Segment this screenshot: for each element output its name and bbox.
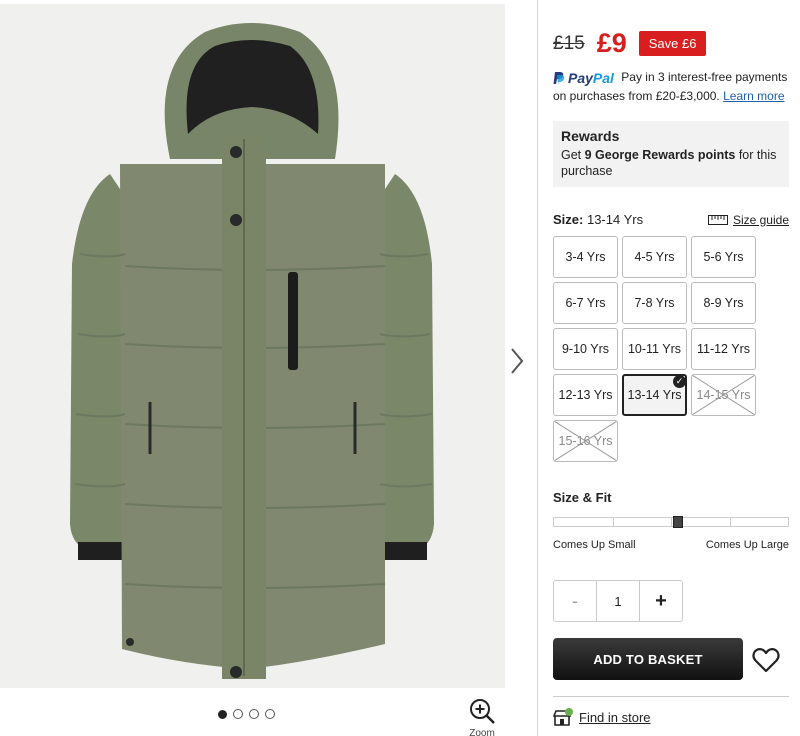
paypal-promo: Pay Pal Pay in 3 interest-free payments o…: [553, 68, 798, 105]
size-option-13-14-yrs[interactable]: 13-14 Yrs ✓: [622, 374, 687, 416]
size-options: 3-4 Yrs 4-5 Yrs 5-6 Yrs 6-7 Yrs 7-8 Yrs 8-9 Y…: [553, 236, 763, 462]
size-option-label: 10-11 Yrs: [627, 342, 682, 356]
product-gallery: Zoom: [0, 0, 538, 736]
size-option-label: 9-10 Yrs: [561, 342, 609, 356]
size-option-5-6-yrs[interactable]: 5-6 Yrs: [691, 236, 756, 278]
out-of-stock-cross-icon: [692, 375, 755, 415]
paypal-logo: Pay Pal: [553, 69, 614, 87]
size-option-label: 13-14 Yrs: [627, 388, 682, 402]
size-option-11-12-yrs[interactable]: 11-12 Yrs: [691, 328, 756, 370]
quantity-stepper: - 1 +: [553, 580, 683, 622]
fit-scale-marker: [673, 516, 683, 528]
image-pagination-dots: [218, 709, 275, 719]
size-option-label: 5-6 Yrs: [703, 250, 744, 264]
wishlist-button[interactable]: [752, 647, 780, 673]
size-fit-scale: [553, 516, 789, 528]
section-divider: [553, 696, 789, 697]
save-badge: Save £6: [638, 31, 707, 56]
fit-label-small: Comes Up Small: [553, 539, 636, 551]
find-in-store-link[interactable]: Find in store: [553, 708, 651, 726]
next-image-arrow[interactable]: [508, 345, 528, 377]
paypal-logo-pal: Pal: [592, 69, 614, 86]
size-option-label: 4-5 Yrs: [634, 250, 675, 264]
add-to-basket-button[interactable]: ADD TO BASKET: [553, 638, 743, 680]
learn-more-link[interactable]: Learn more: [723, 89, 784, 103]
product-image[interactable]: [0, 4, 505, 688]
paypal-logo-pay: Pay: [568, 69, 593, 86]
size-option-12-13-yrs[interactable]: 12-13 Yrs: [553, 374, 618, 416]
paypal-icon: [553, 71, 565, 85]
size-fit-title: Size & Fit: [553, 490, 612, 505]
size-option-label: 7-8 Yrs: [634, 296, 675, 310]
selected-check-icon: ✓: [673, 375, 686, 388]
quantity-increase-button[interactable]: +: [640, 581, 682, 621]
fit-scale-divider: [613, 518, 614, 526]
rewards-points: 9 George Rewards points: [584, 148, 736, 162]
size-selected-label: Size: 13-14 Yrs: [553, 212, 643, 227]
rewards-text-before: Get: [561, 148, 585, 162]
fit-scale-divider: [730, 518, 731, 526]
size-option-label: 3-4 Yrs: [565, 250, 606, 264]
fit-scale-divider: [671, 518, 672, 526]
current-price: £9: [596, 28, 627, 58]
pagination-dot-1[interactable]: [218, 709, 227, 719]
zoom-label: Zoom: [469, 728, 495, 736]
size-option-label: 11-12 Yrs: [696, 342, 751, 356]
size-option-4-5-yrs[interactable]: 4-5 Yrs: [622, 236, 687, 278]
rewards-title: Rewards: [561, 128, 620, 144]
size-option-3-4-yrs[interactable]: 3-4 Yrs: [553, 236, 618, 278]
rewards-box: Rewards Get 9 George Rewards points for …: [553, 121, 789, 187]
out-of-stock-cross-icon: [554, 421, 617, 461]
size-option-15-16-yrs[interactable]: 15-16 Yrs: [553, 420, 618, 462]
fit-label-large: Comes Up Large: [705, 539, 789, 551]
size-option-label: 12-13 Yrs: [558, 388, 613, 402]
heart-icon: [752, 647, 780, 673]
pagination-dot-4[interactable]: [265, 709, 275, 719]
pagination-dot-2[interactable]: [233, 709, 243, 719]
size-option-9-10-yrs[interactable]: 9-10 Yrs: [553, 328, 618, 370]
find-in-store-label: Find in store: [579, 709, 651, 725]
was-price: £15: [553, 32, 585, 54]
zoom-button[interactable]: Zoom: [464, 697, 500, 736]
size-option-14-15-yrs[interactable]: 14-15 Yrs: [691, 374, 756, 416]
store-icon: [553, 708, 573, 726]
size-option-7-8-yrs[interactable]: 7-8 Yrs: [622, 282, 687, 324]
price-row: £15 £9 Save £6: [553, 28, 707, 59]
parka-jacket-illustration: [0, 4, 505, 688]
size-option-8-9-yrs[interactable]: 8-9 Yrs: [691, 282, 756, 324]
size-header: Size: 13-14 Yrs Size guide: [553, 212, 789, 227]
pagination-dot-3[interactable]: [249, 709, 259, 719]
size-option-label: 6-7 Yrs: [565, 296, 606, 310]
size-fit-labels: Comes Up Small Comes Up Large: [553, 539, 789, 551]
quantity-value[interactable]: 1: [596, 581, 640, 621]
product-details-panel: £15 £9 Save £6 Pay Pal Pay in 3 interest-…: [538, 0, 800, 736]
size-label: Size:: [553, 212, 584, 227]
chevron-right-icon: [511, 348, 524, 374]
zoom-in-icon: [470, 699, 495, 724]
size-option-label: 8-9 Yrs: [703, 296, 744, 310]
ruler-icon: [707, 214, 728, 225]
size-option-10-11-yrs[interactable]: 10-11 Yrs: [622, 328, 687, 370]
size-guide-link[interactable]: Size guide: [707, 212, 789, 227]
quantity-decrease-button[interactable]: -: [554, 581, 596, 621]
rewards-text: Get 9 George Rewards points for this pur…: [561, 147, 781, 179]
size-guide-label: Size guide: [732, 212, 789, 227]
size-option-6-7-yrs[interactable]: 6-7 Yrs: [553, 282, 618, 324]
size-selected-value: 13-14 Yrs: [586, 212, 644, 227]
